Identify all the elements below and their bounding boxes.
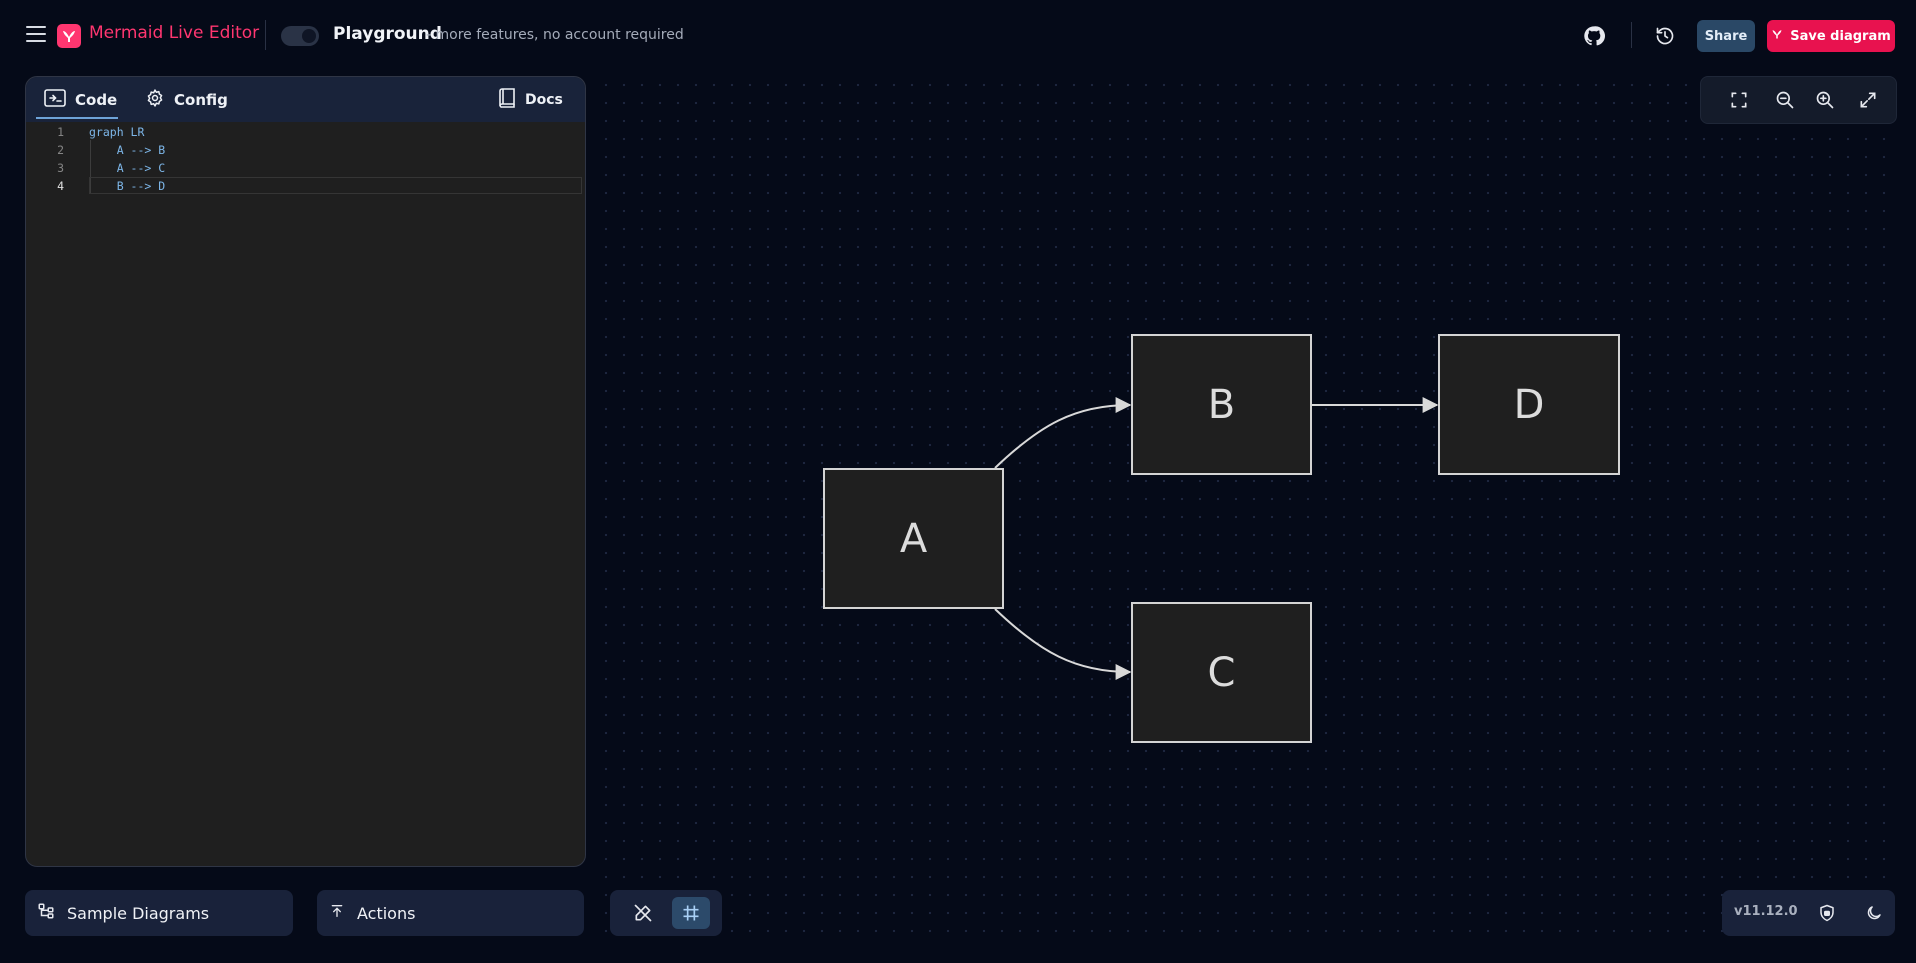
node-label: B (1208, 382, 1235, 428)
node-c[interactable]: C (1131, 602, 1312, 743)
edge-a-c (994, 608, 1132, 680)
canvas-tool-group (610, 890, 722, 936)
upload-icon (329, 903, 345, 923)
edge-a-b (994, 397, 1132, 469)
sample-diagrams-icon (37, 902, 55, 924)
node-b[interactable]: B (1131, 334, 1312, 475)
pen-edit-icon[interactable] (624, 897, 662, 929)
node-label: D (1514, 382, 1545, 428)
actions-label: Actions (357, 903, 416, 923)
actions-button[interactable]: Actions (317, 890, 584, 936)
fit-screen-icon[interactable] (1727, 88, 1751, 112)
shield-lock-icon[interactable] (1817, 903, 1837, 923)
node-a[interactable]: A (823, 468, 1004, 609)
node-label: A (900, 516, 928, 562)
zoom-toolbar (1700, 76, 1897, 124)
grid-icon[interactable] (672, 897, 710, 929)
version-group: v11.12.0 (1722, 890, 1895, 936)
diagram-svg: A B C D (823, 334, 1620, 743)
zoom-out-icon[interactable] (1773, 88, 1797, 112)
node-d[interactable]: D (1438, 334, 1620, 475)
zoom-in-icon[interactable] (1813, 88, 1837, 112)
node-label: C (1208, 650, 1236, 696)
sample-diagrams-button[interactable]: Sample Diagrams (25, 890, 293, 936)
moon-icon[interactable] (1864, 903, 1884, 923)
fullscreen-icon[interactable] (1856, 88, 1880, 112)
version-label: v11.12.0 (1734, 904, 1798, 919)
sample-diagrams-label: Sample Diagrams (67, 903, 210, 923)
